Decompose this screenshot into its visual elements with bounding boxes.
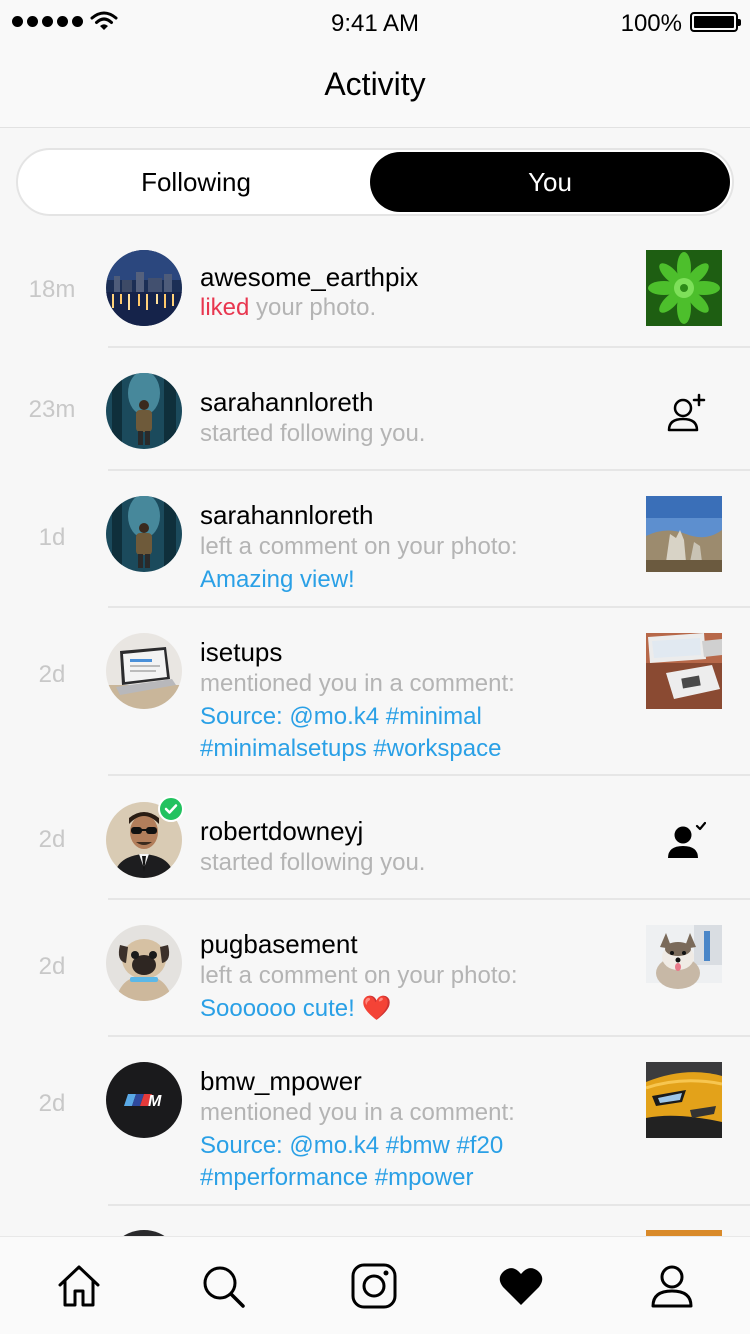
activity-username[interactable]: bmw_mpower [200, 1066, 362, 1097]
liked-label: liked [200, 294, 250, 321]
tab-bar [0, 1236, 750, 1334]
tab-you[interactable]: You [370, 152, 730, 212]
post-thumbnail[interactable] [646, 496, 722, 572]
camera-icon[interactable] [351, 1263, 397, 1309]
activity-username[interactable]: isetups [200, 637, 282, 668]
heart-icon[interactable] [498, 1263, 544, 1309]
page-title: Activity [324, 66, 426, 102]
comment-text-continued[interactable]: #mperformance #mpower [200, 1164, 473, 1192]
profile-icon[interactable] [649, 1263, 695, 1309]
activity-username[interactable]: robertdowneyj [200, 816, 363, 847]
post-thumbnail[interactable] [646, 250, 722, 326]
activity-text: started following you. [200, 420, 426, 447]
person-check-icon[interactable] [666, 820, 706, 860]
avatar-awesome-earthpix[interactable] [106, 250, 182, 326]
battery-icon [690, 12, 741, 32]
activity-username[interactable]: pugbasement [200, 929, 358, 960]
comment-text[interactable]: Amazing view! [200, 566, 355, 594]
status-bar: 9:41 AM 100% [0, 0, 750, 44]
home-icon[interactable] [56, 1263, 102, 1309]
activity-time: 2d [38, 661, 66, 688]
avatar-pugbasement[interactable] [106, 925, 182, 1001]
post-thumbnail[interactable] [646, 633, 722, 709]
activity-username[interactable]: sarahannloreth [200, 387, 373, 418]
activity-text: mentioned you in a comment: [200, 1099, 515, 1126]
avatar-isetups[interactable] [106, 633, 182, 709]
battery-percentage: 100% [620, 10, 682, 37]
activity-text: left a comment on your photo: [200, 533, 518, 560]
activity-time: 23m [28, 396, 76, 423]
activity-username[interactable]: sarahannloreth [200, 500, 373, 531]
nav-header: Activity [0, 44, 750, 128]
comment-text[interactable]: Source: @mo.k4 #bmw #f20 [200, 1132, 503, 1160]
avatar-sarahannloreth[interactable] [106, 373, 182, 449]
activity-time: 2d [38, 953, 66, 980]
activity-time: 2d [38, 1090, 66, 1117]
comment-text-continued[interactable]: #minimalsetups #workspace [200, 735, 501, 763]
activity-text: started following you. [200, 849, 426, 876]
activity-time: 1d [38, 524, 66, 551]
segmented-control: Following You [16, 148, 734, 216]
post-thumbnail[interactable] [646, 1062, 722, 1138]
activity-time: 2d [38, 826, 66, 853]
tab-following[interactable]: Following [18, 150, 374, 214]
activity-text-rest: your photo. [256, 294, 377, 321]
avatar-bmw-mpower[interactable]: M [106, 1062, 182, 1138]
activity-username[interactable]: awesome_earthpix [200, 262, 418, 293]
person-plus-icon[interactable] [666, 393, 706, 433]
comment-text[interactable]: Source: @mo.k4 #minimal [200, 703, 482, 731]
post-thumbnail[interactable] [646, 925, 722, 1001]
activity-text: liked your photo. [200, 294, 376, 322]
verified-badge-icon [158, 796, 184, 822]
activity-time: 18m [28, 276, 76, 303]
row-divider [108, 1204, 750, 1206]
svg-text:M: M [148, 1093, 162, 1110]
activity-text: mentioned you in a comment: [200, 670, 515, 697]
search-icon[interactable] [200, 1263, 246, 1309]
comment-text[interactable]: Soooooo cute! ❤️ [200, 994, 391, 1023]
activity-text: left a comment on your photo: [200, 962, 518, 989]
avatar-sarahannloreth[interactable] [106, 496, 182, 572]
